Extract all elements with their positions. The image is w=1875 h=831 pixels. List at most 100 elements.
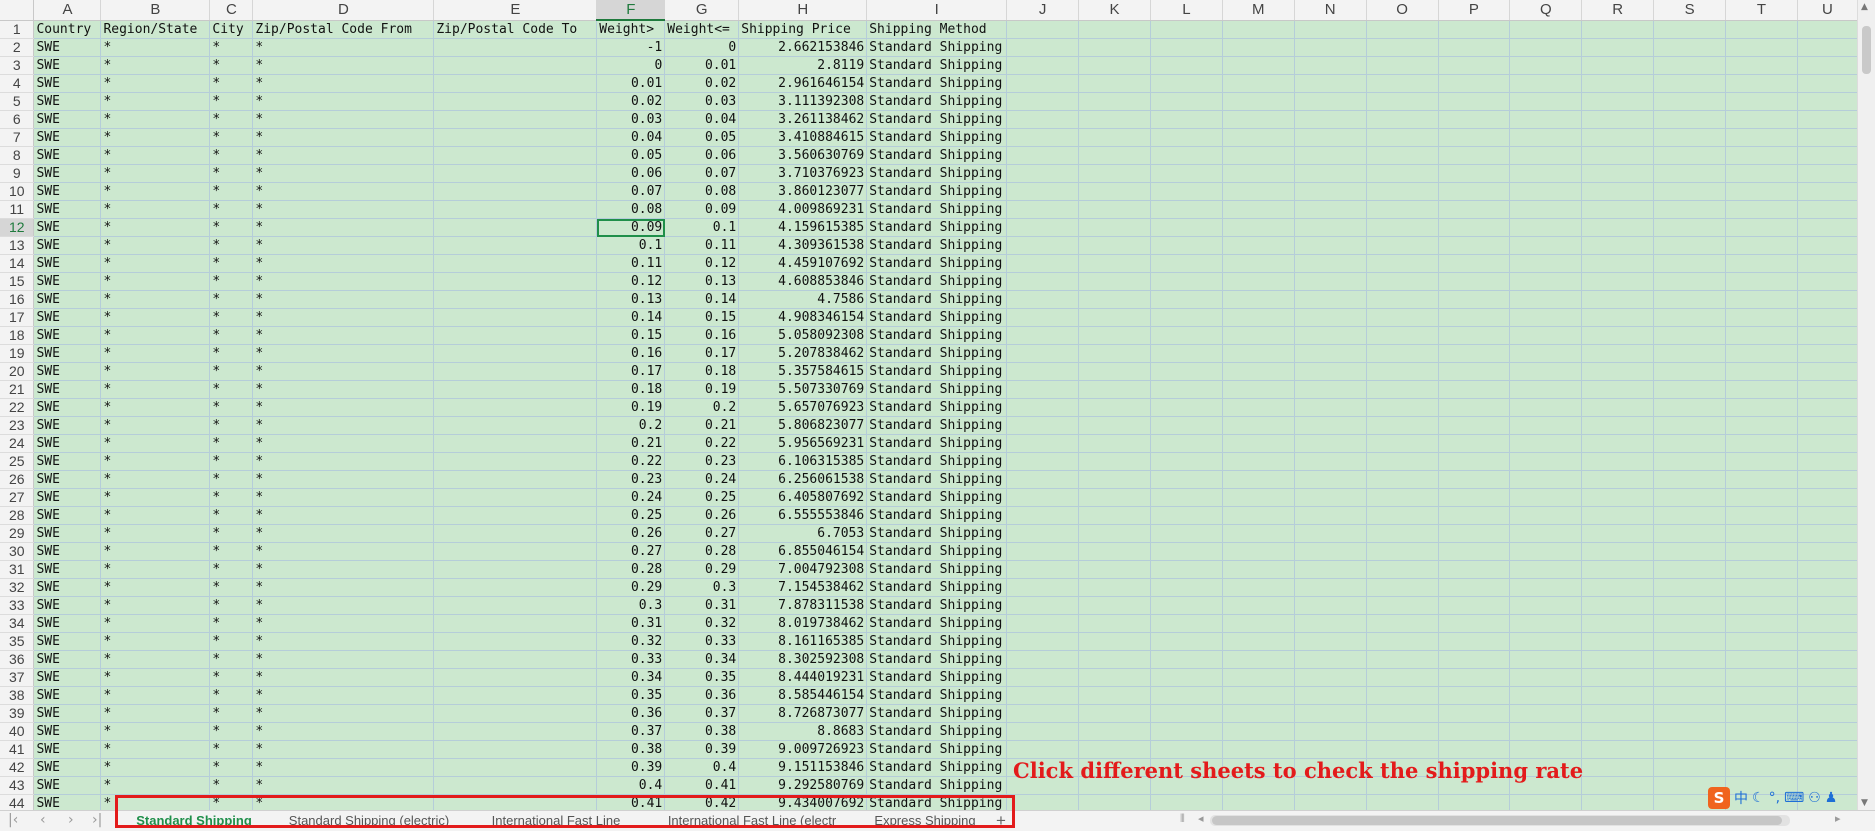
city-cell[interactable]: * bbox=[209, 668, 254, 687]
empty-cell[interactable] bbox=[1509, 398, 1583, 417]
empty-cell[interactable] bbox=[1006, 38, 1080, 57]
weight-le-cell[interactable]: 0.37 bbox=[664, 704, 740, 723]
zip-from-cell[interactable]: * bbox=[252, 470, 435, 489]
empty-cell[interactable] bbox=[1581, 632, 1655, 651]
empty-cell[interactable] bbox=[1078, 614, 1151, 633]
method-cell[interactable]: Standard Shipping bbox=[866, 758, 1008, 777]
empty-cell[interactable] bbox=[1294, 200, 1367, 219]
empty-cell[interactable] bbox=[1150, 236, 1223, 255]
empty-cell[interactable] bbox=[1294, 110, 1367, 129]
empty-cell[interactable] bbox=[1725, 740, 1798, 759]
moon-icon[interactable]: ☾ bbox=[1752, 790, 1765, 806]
empty-cell[interactable] bbox=[1725, 668, 1798, 687]
weight-gt-cell[interactable]: 0.02 bbox=[596, 92, 666, 111]
empty-cell[interactable] bbox=[1366, 650, 1439, 669]
empty-cell[interactable] bbox=[1366, 146, 1439, 165]
zip-to-cell[interactable] bbox=[433, 38, 598, 57]
empty-cell[interactable] bbox=[1006, 596, 1080, 615]
empty-cell[interactable] bbox=[1294, 704, 1367, 723]
empty-cell[interactable] bbox=[1078, 56, 1151, 75]
empty-cell[interactable] bbox=[1797, 524, 1858, 543]
price-cell[interactable]: 4.309361538 bbox=[738, 236, 868, 255]
empty-cell[interactable] bbox=[1581, 776, 1655, 795]
empty-cell[interactable] bbox=[1797, 290, 1858, 309]
country-cell[interactable]: SWE bbox=[33, 380, 102, 399]
empty-cell[interactable] bbox=[1366, 56, 1439, 75]
empty-cell[interactable] bbox=[1653, 218, 1727, 237]
empty-cell[interactable] bbox=[1653, 488, 1727, 507]
weight-gt-cell[interactable]: 0.38 bbox=[596, 740, 666, 759]
sheet-table[interactable]: ABCDEFGHIJKLMNOPQRSTU 1 Country Region/Sta… bbox=[0, 0, 1858, 810]
weight-gt-cell[interactable]: 0.35 bbox=[596, 686, 666, 705]
column-title-cell[interactable]: Shipping Method bbox=[866, 20, 1008, 39]
empty-cell[interactable] bbox=[1509, 74, 1583, 93]
zip-from-cell[interactable]: * bbox=[252, 398, 435, 417]
row-header[interactable]: 12 bbox=[0, 218, 35, 237]
empty-cell[interactable] bbox=[1006, 488, 1080, 507]
row-header[interactable]: 33 bbox=[0, 596, 35, 615]
region-cell[interactable]: * bbox=[100, 542, 211, 561]
weight-gt-cell[interactable]: 0.14 bbox=[596, 308, 666, 327]
zip-from-cell[interactable]: * bbox=[252, 776, 435, 795]
empty-cell[interactable] bbox=[1366, 290, 1439, 309]
column-header-s[interactable]: S bbox=[1653, 0, 1727, 21]
empty-cell[interactable] bbox=[1509, 182, 1583, 201]
empty-cell[interactable] bbox=[1006, 506, 1080, 525]
region-cell[interactable]: * bbox=[100, 272, 211, 291]
empty-cell[interactable] bbox=[1581, 758, 1655, 777]
empty-cell[interactable] bbox=[1366, 596, 1439, 615]
method-cell[interactable]: Standard Shipping bbox=[866, 290, 1008, 309]
empty-cell[interactable] bbox=[1006, 344, 1080, 363]
empty-cell[interactable] bbox=[1006, 92, 1080, 111]
empty-cell[interactable] bbox=[1509, 416, 1583, 435]
price-cell[interactable]: 3.111392308 bbox=[738, 92, 868, 111]
weight-gt-cell[interactable]: 0.17 bbox=[596, 362, 666, 381]
empty-cell[interactable] bbox=[1797, 146, 1858, 165]
price-cell[interactable]: 9.292580769 bbox=[738, 776, 868, 795]
country-cell[interactable]: SWE bbox=[33, 398, 102, 417]
empty-cell[interactable] bbox=[1725, 74, 1798, 93]
row-header[interactable]: 21 bbox=[0, 380, 35, 399]
row-header[interactable]: 9 bbox=[0, 164, 35, 183]
empty-cell[interactable] bbox=[1006, 452, 1080, 471]
empty-cell[interactable] bbox=[1438, 56, 1511, 75]
weight-le-cell[interactable]: 0.22 bbox=[664, 434, 740, 453]
empty-cell[interactable] bbox=[1438, 74, 1511, 93]
empty-cell[interactable] bbox=[1006, 380, 1080, 399]
empty-cell[interactable] bbox=[1150, 560, 1223, 579]
empty-cell[interactable] bbox=[1150, 146, 1223, 165]
empty-cell[interactable] bbox=[1078, 218, 1151, 237]
weight-gt-cell[interactable]: 0.15 bbox=[596, 326, 666, 345]
city-cell[interactable]: * bbox=[209, 452, 254, 471]
empty-cell[interactable] bbox=[1222, 650, 1295, 669]
city-cell[interactable]: * bbox=[209, 164, 254, 183]
empty-cell[interactable] bbox=[1366, 236, 1439, 255]
empty-cell[interactable] bbox=[1366, 272, 1439, 291]
empty-cell[interactable] bbox=[1222, 74, 1295, 93]
empty-cell[interactable] bbox=[1581, 740, 1655, 759]
empty-cell[interactable] bbox=[1438, 740, 1511, 759]
empty-cell[interactable] bbox=[1078, 74, 1151, 93]
empty-cell[interactable] bbox=[1438, 326, 1511, 345]
empty-cell[interactable] bbox=[1653, 740, 1727, 759]
empty-cell[interactable] bbox=[1653, 182, 1727, 201]
empty-cell[interactable] bbox=[1509, 650, 1583, 669]
row-header[interactable]: 25 bbox=[0, 452, 35, 471]
empty-cell[interactable] bbox=[1797, 200, 1858, 219]
weight-gt-cell[interactable]: 0.29 bbox=[596, 578, 666, 597]
zip-to-cell[interactable] bbox=[433, 236, 598, 255]
country-cell[interactable]: SWE bbox=[33, 434, 102, 453]
method-cell[interactable]: Standard Shipping bbox=[866, 776, 1008, 795]
method-cell[interactable]: Standard Shipping bbox=[866, 542, 1008, 561]
empty-cell[interactable] bbox=[1725, 56, 1798, 75]
empty-cell[interactable] bbox=[1653, 614, 1727, 633]
region-cell[interactable]: * bbox=[100, 344, 211, 363]
zip-to-cell[interactable] bbox=[433, 596, 598, 615]
empty-cell[interactable] bbox=[1725, 272, 1798, 291]
method-cell[interactable]: Standard Shipping bbox=[866, 236, 1008, 255]
empty-cell[interactable] bbox=[1653, 632, 1727, 651]
empty-cell[interactable] bbox=[1797, 164, 1858, 183]
empty-cell[interactable] bbox=[1581, 326, 1655, 345]
country-cell[interactable]: SWE bbox=[33, 686, 102, 705]
zip-from-cell[interactable]: * bbox=[252, 524, 435, 543]
